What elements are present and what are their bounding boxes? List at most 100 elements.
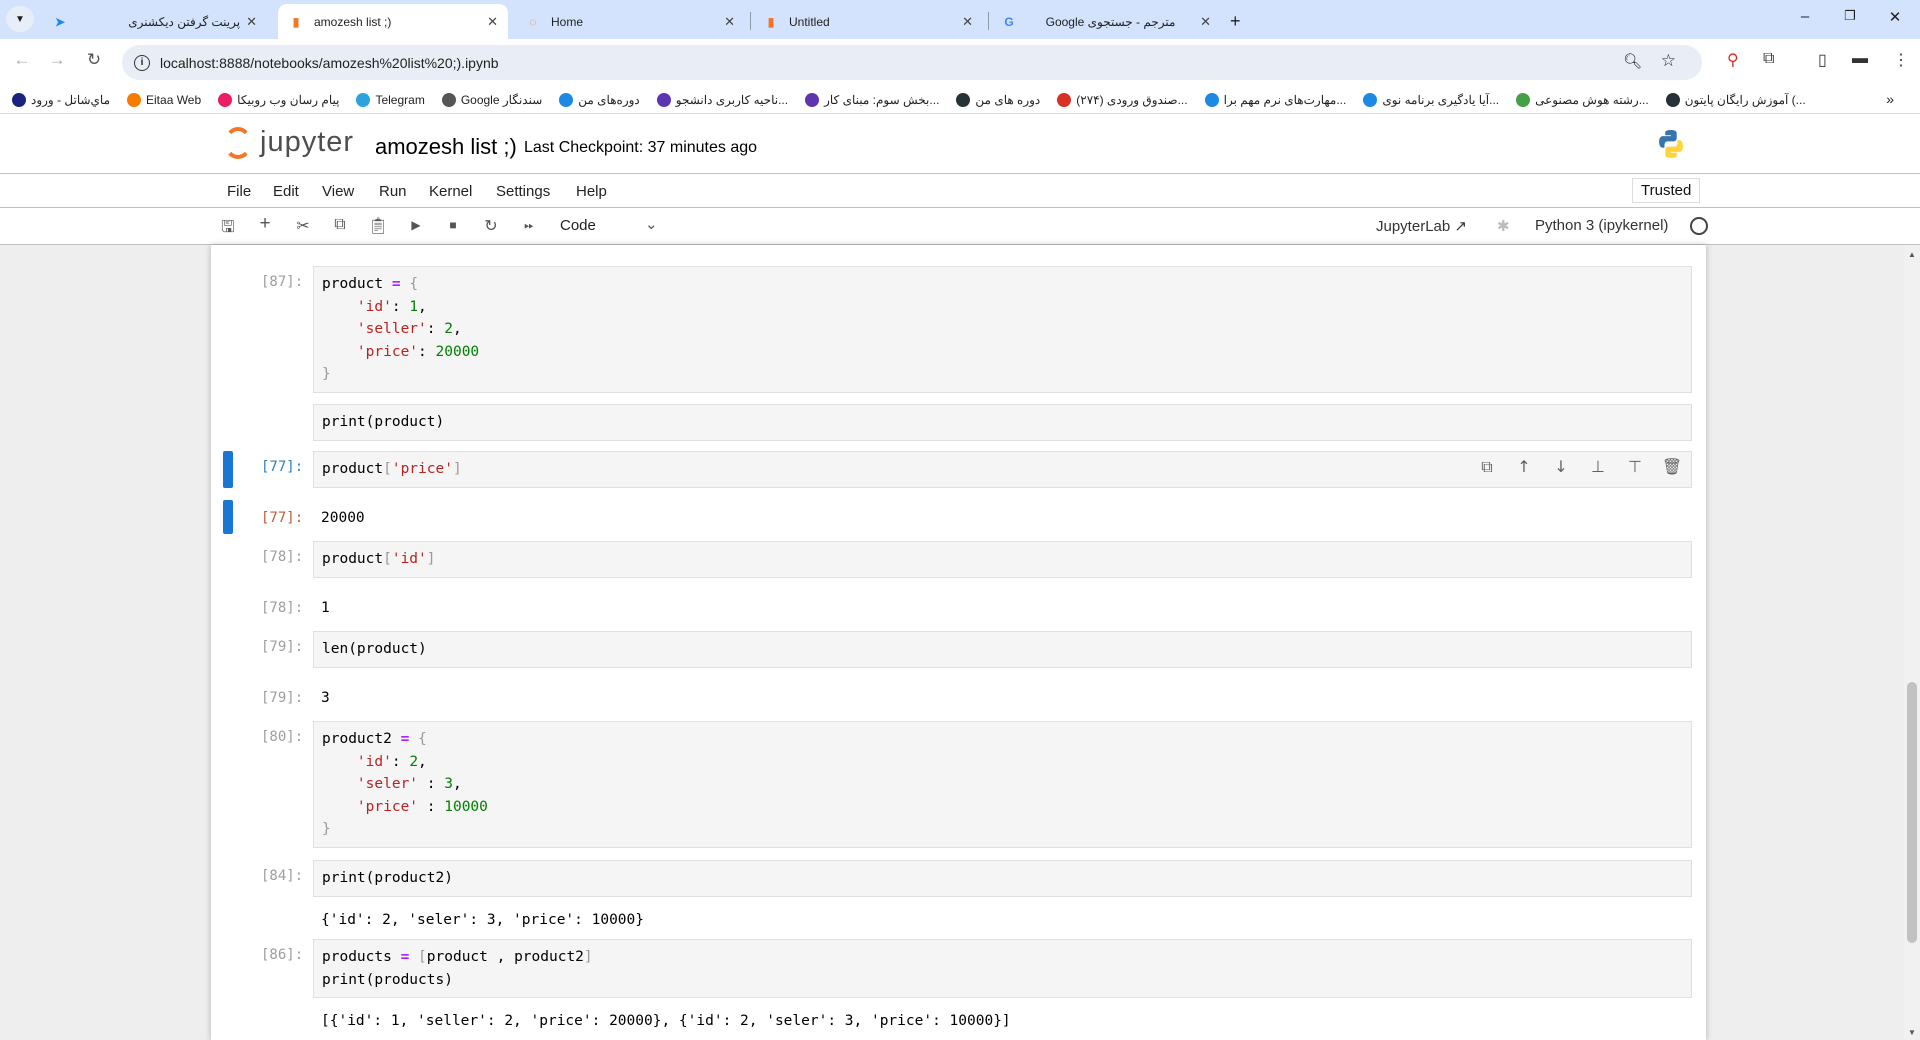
close-tab-icon[interactable]: ✕ (487, 14, 498, 30)
google-icon: G (1004, 14, 1014, 29)
close-tab-icon[interactable]: ✕ (1200, 14, 1211, 30)
save-icon[interactable]: 🖫 (217, 216, 239, 243)
bookmarks-overflow-icon[interactable]: » (1886, 91, 1894, 107)
scroll-up-icon[interactable]: ▲ (1908, 250, 1916, 259)
bookmark-item[interactable]: بخش سوم: مبنای کار... (805, 92, 940, 107)
debugger-icon[interactable]: ✱ (1497, 217, 1510, 235)
jupyterlab-link[interactable]: JupyterLab ↗ (1376, 217, 1467, 235)
jupyter-logo-icon (224, 126, 252, 159)
bookmarks-bar: ماي‌شاتل - ورود Eitaa Web پیام رسان وب روب… (0, 86, 1920, 114)
code-cell-editor[interactable]: print(product) (313, 404, 1692, 441)
paste-icon[interactable]: 📋︎ (367, 216, 389, 236)
duplicate-cell-icon[interactable]: ⧉ (1476, 456, 1498, 479)
bookmark-item[interactable]: پیام رسان وب روبیکا (218, 92, 339, 107)
insert-above-icon[interactable]: ⊥ (1587, 456, 1609, 479)
code-cell-editor[interactable]: product['price'] ⧉ ↑ ↓ ⊥ ⊤ 🗑︎ (313, 451, 1692, 488)
menu-file[interactable]: File (227, 183, 251, 200)
bookmark-item[interactable]: آموزش رایگان پایتون (... (1665, 92, 1806, 107)
menu-run[interactable]: Run (379, 183, 407, 200)
code-cell-editor[interactable]: len(product) (313, 631, 1692, 668)
run-icon[interactable]: ▶ (405, 218, 427, 232)
menu-edit[interactable]: Edit (273, 183, 299, 200)
restore-button[interactable]: ❐ (1835, 8, 1865, 24)
code-cell-editor[interactable]: product2 = { 'id': 2, 'seler' : 3, 'pric… (313, 721, 1692, 848)
bookmark-item[interactable]: Eitaa Web (127, 92, 201, 107)
browser-menu-icon[interactable]: ⋮ (1893, 50, 1909, 70)
tab-google-translate[interactable]: G Google مترجم - جستجوی ✕ (991, 4, 1221, 39)
new-tab-button[interactable]: + (1230, 4, 1258, 39)
zoom-icon[interactable]: 🔍︎ (1623, 52, 1642, 70)
cell-output: {'id': 2, 'seler': 3, 'price': 10000} (321, 912, 645, 928)
restart-run-all-icon[interactable]: ⏩︎ (518, 218, 540, 233)
insert-below-icon[interactable]: ⊤ (1624, 456, 1646, 479)
jupyter-logo[interactable]: jupyter (224, 126, 354, 159)
code-cell-editor[interactable]: product['id'] (313, 541, 1692, 578)
bookmark-item[interactable]: Telegram (356, 92, 425, 107)
menu-settings[interactable]: Settings (496, 183, 550, 200)
close-tab-icon[interactable]: ✕ (724, 14, 735, 30)
move-up-icon[interactable]: ↑ (1513, 456, 1535, 479)
bookmark-item[interactable]: Google سندنگار (441, 92, 542, 107)
bookmark-item[interactable]: مهارت‌های نرم مهم برا... (1204, 92, 1346, 107)
bookmark-item[interactable]: ماي‌شاتل - ورود (12, 92, 110, 107)
close-tab-icon[interactable]: ✕ (246, 14, 257, 30)
site-info-icon[interactable]: i (134, 54, 150, 71)
insert-cell-icon[interactable]: + (254, 213, 276, 235)
code-token: { (418, 731, 427, 747)
bookmark-item[interactable]: ناحیه کاربری دانشجو... (656, 92, 788, 107)
bookmark-star-icon[interactable]: ☆ (1661, 51, 1676, 71)
code-line: 'price': 20000 (322, 341, 1683, 364)
code-token: product2 (322, 731, 401, 747)
bookmark-favicon-icon (1516, 92, 1531, 107)
copy-icon[interactable]: ⧉ (329, 216, 351, 234)
code-line: print(product2) (322, 867, 1683, 890)
bookmark-favicon-icon (1363, 92, 1378, 107)
side-panel-icon[interactable]: ▯ (1818, 50, 1827, 70)
bookmark-item[interactable]: دوره های من (956, 92, 1040, 107)
bookmark-favicon-icon (956, 92, 971, 107)
bookmark-item[interactable]: رشته هوش مصنوعی... (1516, 92, 1649, 107)
profile-icon[interactable]: ▬ (1852, 50, 1868, 68)
code-cell-editor[interactable]: products = [product , product2] print(pro… (313, 939, 1692, 999)
trusted-indicator[interactable]: Trusted (1632, 178, 1701, 203)
bookmark-item[interactable]: آیا یادگیری برنامه نوی... (1363, 92, 1499, 107)
minimize-button[interactable]: – (1790, 8, 1820, 25)
kernel-name[interactable]: Python 3 (ipykernel) (1535, 217, 1668, 234)
url-input[interactable]: i localhost:8888/notebooks/amozesh%20lis… (122, 45, 1702, 80)
notebook-scrollbar[interactable]: ▲ ▼ (1904, 245, 1920, 1040)
bookmark-item[interactable]: صندوق ورودی (۲۷۴)... (1057, 92, 1188, 107)
tab-search-button[interactable]: ▼ (6, 6, 34, 32)
close-tab-icon[interactable]: ✕ (962, 14, 973, 30)
reload-button[interactable]: ↻ (82, 50, 106, 70)
forward-button[interactable]: → (45, 50, 69, 70)
bookmark-item[interactable]: دوره‌های من (559, 92, 640, 107)
notebook-title[interactable]: amozesh list ;) (375, 134, 517, 160)
scroll-down-icon[interactable]: ▼ (1908, 1028, 1916, 1037)
code-cell-editor[interactable]: print(product2) (313, 860, 1692, 897)
extensions-puzzle-icon[interactable]: ⧉ (1763, 50, 1774, 68)
move-down-icon[interactable]: ↓ (1550, 456, 1572, 479)
cell-type-select[interactable]: Code ⌄ (560, 216, 660, 234)
menu-help[interactable]: Help (576, 183, 607, 200)
tab-dictionary[interactable]: ➤ پرینت گرفتن دیکشنری ✕ (42, 4, 267, 39)
menu-kernel[interactable]: Kernel (429, 183, 472, 200)
scrollbar-thumb[interactable] (1907, 682, 1917, 943)
code-line: print(product) (322, 411, 1683, 434)
tab-title: amozesh list ;) (314, 14, 392, 29)
bookmark-label: بخش سوم: مبنای کار... (824, 92, 940, 107)
restart-icon[interactable]: ↻ (480, 216, 502, 236)
stop-icon[interactable]: ■ (442, 218, 464, 232)
cut-icon[interactable]: ✂ (292, 216, 314, 236)
extension-icon[interactable]: ⚲ (1727, 50, 1739, 70)
back-button[interactable]: ← (10, 50, 34, 70)
tab-home[interactable]: ◌ Home ✕ (515, 4, 745, 39)
tab-amozesh-list[interactable]: ▮ amozesh list ;) ✕ (278, 4, 508, 39)
tab-untitled[interactable]: ▮ Untitled ✕ (753, 4, 983, 39)
code-line: 'seler' : 3, (322, 773, 1683, 796)
cell-output: [{'id': 1, 'seller': 2, 'price': 20000},… (321, 1013, 1011, 1029)
code-cell-editor[interactable]: product = { 'id': 1, 'seller': 2, 'price… (313, 266, 1692, 393)
menu-view[interactable]: View (322, 183, 354, 200)
delete-cell-icon[interactable]: 🗑︎ (1661, 456, 1683, 479)
close-window-button[interactable]: ✕ (1880, 8, 1910, 26)
